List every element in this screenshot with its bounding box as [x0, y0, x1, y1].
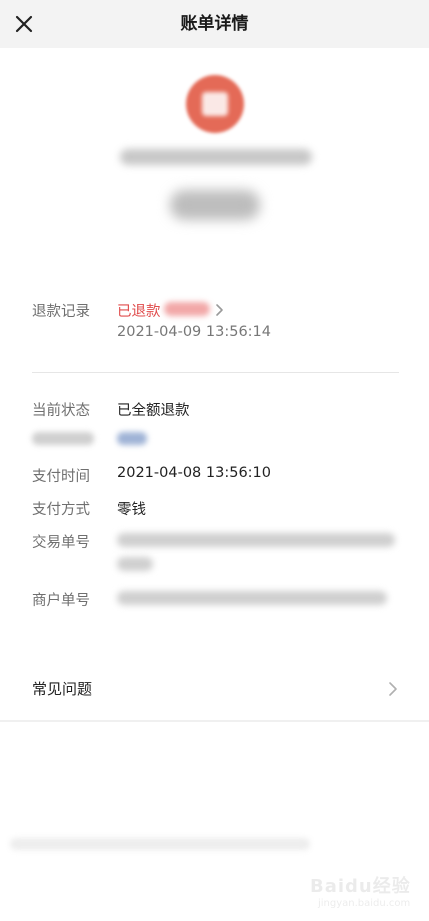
red-packet-icon	[202, 92, 228, 116]
refund-status[interactable]: 已退款	[117, 300, 161, 321]
merchant-name-blurred	[120, 149, 312, 165]
top-bar: 账单详情	[0, 0, 429, 48]
red-packet-detail-label-blurred	[32, 432, 94, 445]
baidu-watermark-url: jingyan.baidu.com	[318, 898, 411, 909]
transaction-no-blurred-line1	[117, 533, 395, 547]
page-title: 账单详情	[180, 14, 249, 34]
section-divider	[32, 372, 399, 373]
pay-time-label: 支付时间	[32, 469, 90, 485]
pay-method-label: 支付方式	[32, 502, 90, 518]
caption-watermark-blurred	[10, 838, 310, 850]
baidu-watermark: Baidu经验	[310, 876, 411, 897]
transaction-no-blurred-line2	[117, 557, 153, 571]
refund-record-label: 退款记录	[32, 304, 90, 320]
chevron-right-icon	[389, 682, 397, 696]
faq-row[interactable]: 常见问题	[0, 660, 429, 716]
faq-label: 常见问题	[32, 680, 93, 698]
current-status-value: 已全额退款	[117, 403, 190, 419]
red-packet-detail-link-blurred[interactable]	[117, 432, 147, 445]
merchant-no-label: 商户单号	[32, 593, 90, 609]
transaction-no-label: 交易单号	[32, 535, 90, 551]
merchant-no-blurred	[117, 591, 387, 605]
amount-blurred	[170, 190, 260, 220]
chevron-right-icon[interactable]	[214, 302, 226, 318]
refund-time: 2021-04-09 13:56:14	[117, 324, 271, 340]
pay-method-value: 零钱	[117, 502, 146, 518]
pay-time-value: 2021-04-08 13:56:10	[117, 465, 271, 481]
refund-amount-blurred	[164, 302, 210, 316]
current-status-label: 当前状态	[32, 403, 90, 419]
